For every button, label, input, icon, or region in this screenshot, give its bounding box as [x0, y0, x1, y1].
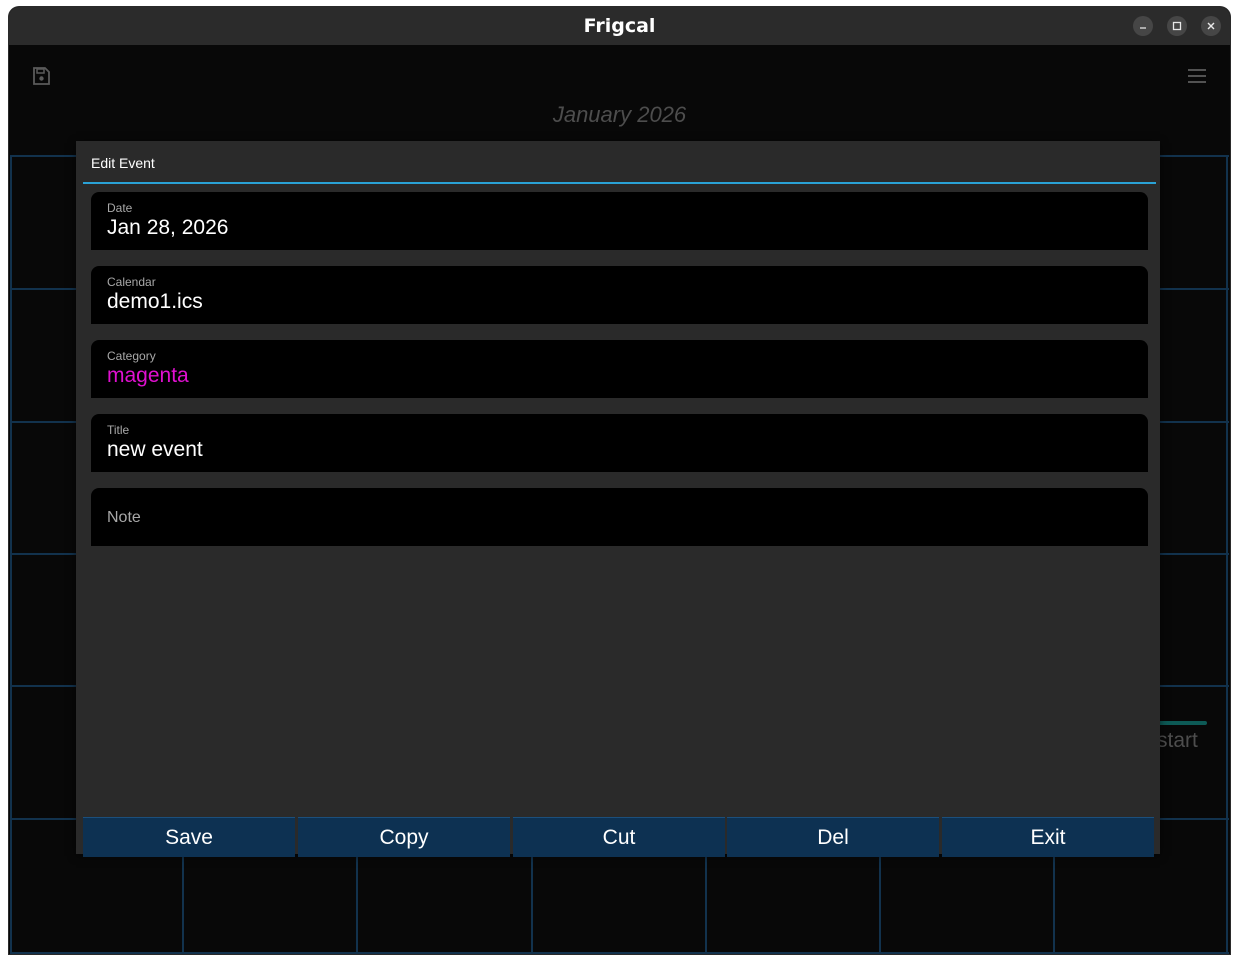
title-field[interactable]: Title new event	[91, 414, 1148, 472]
date-field-value: Jan 28, 2026	[107, 216, 229, 239]
date-field[interactable]: Date Jan 28, 2026	[91, 192, 1148, 250]
category-field-value: magenta	[107, 364, 189, 387]
exit-button[interactable]: Exit	[942, 817, 1154, 857]
save-button[interactable]: Save	[83, 817, 295, 857]
dialog-title-divider	[83, 182, 1156, 184]
copy-button[interactable]: Copy	[298, 817, 510, 857]
category-field[interactable]: Category magenta	[91, 340, 1148, 398]
save-icon[interactable]	[31, 66, 51, 86]
close-button[interactable]	[1201, 16, 1221, 36]
dialog-title: Edit Event	[91, 155, 155, 171]
note-field-placeholder: Note	[107, 509, 141, 526]
minimize-icon	[1140, 27, 1146, 29]
menu-icon[interactable]	[1186, 67, 1208, 85]
delete-button[interactable]: Del	[727, 817, 939, 857]
month-title: January 2026	[552, 102, 687, 127]
title-field-value: new event	[107, 438, 203, 461]
close-icon	[1207, 22, 1215, 30]
note-field[interactable]: Note	[91, 488, 1148, 546]
dialog-button-row: Save Copy Cut Del Exit	[83, 817, 1155, 857]
calendar-field-value: demo1.ics	[107, 290, 203, 313]
calendar-field[interactable]: Calendar demo1.ics	[91, 266, 1148, 324]
grid-line	[10, 155, 12, 954]
grid-line	[1226, 155, 1228, 954]
calendar-event-label[interactable]: start	[1157, 729, 1198, 753]
maximize-icon	[1172, 21, 1182, 31]
title-field-label: Title	[107, 423, 130, 437]
maximize-button[interactable]	[1167, 16, 1187, 36]
cut-button[interactable]: Cut	[513, 817, 725, 857]
date-field-label: Date	[107, 201, 133, 215]
minimize-button[interactable]	[1133, 16, 1153, 36]
app-window: Frigcal January 2026 start Edit Event Da…	[9, 7, 1230, 954]
grid-line	[10, 952, 1229, 954]
calendar-area: January 2026 start Edit Event Date Jan 2…	[9, 45, 1230, 954]
category-field-label: Category	[107, 349, 156, 363]
window-title: Frigcal	[583, 15, 656, 37]
calendar-field-label: Calendar	[107, 275, 156, 289]
title-bar: Frigcal	[9, 7, 1230, 46]
edit-event-dialog: Edit Event Date Jan 28, 2026 Calendar de…	[76, 141, 1160, 854]
